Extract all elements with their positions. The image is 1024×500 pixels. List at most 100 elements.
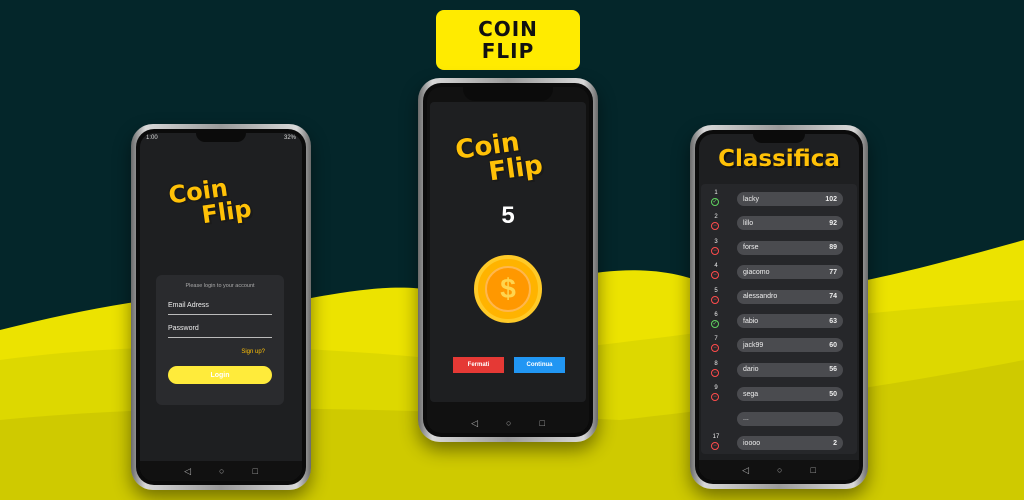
player-name: ... xyxy=(743,415,749,423)
home-icon[interactable]: ○ xyxy=(777,465,782,475)
player-score: 50 xyxy=(829,390,837,398)
title-line-2: FLIP xyxy=(481,39,535,63)
ranking-row: 4− giacomo 77 xyxy=(701,263,857,285)
nav-bar: ◁ ○ □ xyxy=(699,460,859,480)
ranking-row: 6 ✓ fabio 63 xyxy=(701,312,857,334)
rank-number: 3 xyxy=(714,238,718,245)
player-score: 89 xyxy=(829,244,837,252)
flip-counter: 5 xyxy=(501,202,515,229)
player-name: ioooo xyxy=(743,439,761,447)
rank-number: 2 xyxy=(714,214,718,221)
recents-icon[interactable]: □ xyxy=(810,465,815,475)
game-screen: Coin Flip 5 $ Fermati Continua ◁ ○ □ xyxy=(427,87,589,433)
ranking-phone: Classifica 1 ✓ lacky 102 2− lillo 92 3− forse 89 4… xyxy=(690,125,868,489)
player-name: fabio xyxy=(743,317,759,325)
player-pill: sega 50 xyxy=(737,387,843,402)
rank-number: 1 xyxy=(714,190,718,196)
ranking-row: ... xyxy=(701,410,857,432)
minus-circle-icon: − xyxy=(711,295,719,304)
minus-circle-icon: − xyxy=(711,368,719,377)
minus-circle-icon: − xyxy=(711,222,719,231)
ranking-row: 9− sega 50 xyxy=(701,385,857,407)
player-name: lacky xyxy=(743,195,759,203)
player-score: 92 xyxy=(829,219,837,227)
check-circle-icon: ✓ xyxy=(711,198,719,206)
player-pill: lacky 102 xyxy=(737,192,843,206)
player-pill: alessandro 74 xyxy=(737,289,843,304)
coin-symbol: $ xyxy=(500,273,516,304)
ranking-row: 8− dario 56 xyxy=(701,361,857,383)
rank-number: 6 xyxy=(714,312,718,318)
player-score: 102 xyxy=(825,195,837,203)
nav-bar: ◁ ○ □ xyxy=(140,461,302,481)
game-phone: Coin Flip 5 $ Fermati Continua ◁ ○ □ xyxy=(418,78,598,442)
title-badge: COIN FLIP xyxy=(436,10,580,70)
ranking-row: 17 − ioooo 2 xyxy=(701,434,857,456)
player-name: dario xyxy=(743,366,759,374)
minus-circle-icon: − xyxy=(711,442,719,450)
recents-icon[interactable]: □ xyxy=(252,466,257,476)
login-prompt: Please login to your account xyxy=(185,283,255,289)
player-name: sega xyxy=(743,390,759,398)
player-pill: forse 89 xyxy=(737,240,843,255)
rank-number: 7 xyxy=(714,336,718,343)
player-name: jack99 xyxy=(743,341,764,349)
player-pill: ... xyxy=(737,411,843,426)
nav-bar: ◁ ○ □ xyxy=(427,413,589,433)
check-circle-icon: ✓ xyxy=(711,320,719,328)
player-score: 77 xyxy=(829,268,837,276)
stop-button[interactable]: Fermati xyxy=(453,357,504,373)
recents-icon[interactable]: □ xyxy=(539,418,544,428)
player-name: alessandro xyxy=(743,293,778,301)
ranking-title: Classifica xyxy=(718,146,840,172)
rank-number: 4 xyxy=(714,263,718,270)
player-score: 74 xyxy=(829,293,837,301)
app-logo: Coin Flip xyxy=(167,173,253,232)
ranking-row: 1 ✓ lacky 102 xyxy=(701,190,857,212)
back-icon[interactable]: ◁ xyxy=(471,418,478,429)
home-icon[interactable]: ○ xyxy=(219,466,224,476)
home-icon[interactable]: ○ xyxy=(506,418,511,428)
minus-circle-icon: − xyxy=(711,393,719,402)
battery-status: 32% xyxy=(283,135,296,141)
player-score: 63 xyxy=(829,317,837,325)
rank-number: 5 xyxy=(714,287,718,294)
player-name: giacomo xyxy=(743,268,770,276)
minus-circle-icon: − xyxy=(711,344,719,353)
player-score: 56 xyxy=(829,366,837,374)
ranking-row: 3− forse 89 xyxy=(701,239,857,261)
login-card: Please login to your account Email Adres… xyxy=(156,275,284,405)
player-pill: dario 56 xyxy=(737,362,843,377)
back-icon[interactable]: ◁ xyxy=(742,465,749,476)
title-line-1: COIN xyxy=(478,17,538,41)
ranking-row: 2− lillo 92 xyxy=(701,214,857,236)
player-pill: fabio 63 xyxy=(737,314,843,328)
player-pill: lillo 92 xyxy=(737,216,843,231)
player-name: lillo xyxy=(743,219,754,227)
back-icon[interactable]: ◁ xyxy=(184,466,191,477)
ranking-row: 5− alessandro 74 xyxy=(701,288,857,310)
player-pill: jack99 60 xyxy=(737,338,843,353)
rank-number: 9 xyxy=(714,385,718,392)
continue-button[interactable]: Continua xyxy=(514,357,565,373)
app-logo: Coin Flip xyxy=(454,126,545,189)
email-field[interactable]: Email Adress xyxy=(168,302,209,309)
player-pill: giacomo 77 xyxy=(737,265,843,280)
rank-number: 17 xyxy=(712,434,720,440)
login-button[interactable]: Login xyxy=(168,366,272,384)
minus-circle-icon: − xyxy=(711,271,719,280)
signup-link[interactable]: Sign up? xyxy=(241,349,265,355)
login-screen: 1:00 32% Coin Flip Please login to your … xyxy=(140,133,302,481)
logo-line-2: Flip xyxy=(199,194,254,230)
player-pill: ioooo 2 xyxy=(737,436,843,450)
player-score: 60 xyxy=(829,341,837,349)
status-time: 1:00 xyxy=(146,135,158,141)
ranking-screen: Classifica 1 ✓ lacky 102 2− lillo 92 3− forse 89 4… xyxy=(699,134,859,480)
minus-circle-icon: − xyxy=(711,246,719,255)
ranking-row: 7− jack99 60 xyxy=(701,336,857,358)
player-score: 2 xyxy=(833,439,837,447)
coin-icon[interactable]: $ xyxy=(474,255,542,323)
ranking-list: 1 ✓ lacky 102 2− lillo 92 3− forse 89 4− giacomo 77 5… xyxy=(701,184,857,454)
password-field[interactable]: Password xyxy=(168,325,199,332)
login-phone: 1:00 32% Coin Flip Please login to your … xyxy=(131,124,311,490)
